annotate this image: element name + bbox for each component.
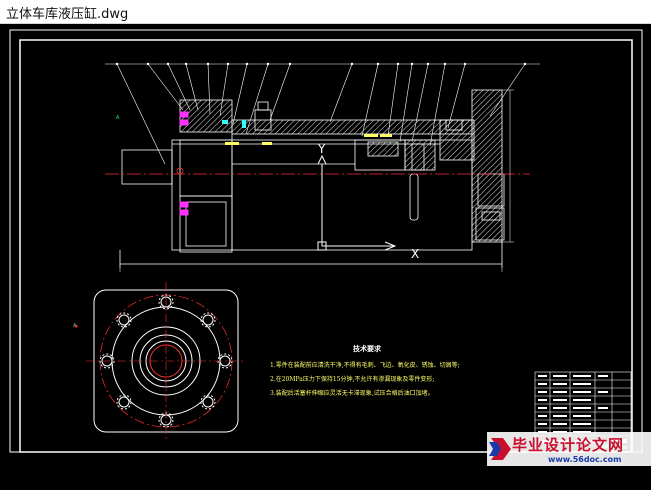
cylinder-section [119, 89, 505, 268]
dimension-lines [119, 89, 514, 272]
svg-text:A: A [116, 115, 120, 121]
tech-requirements-title: 技术要求 [353, 344, 381, 353]
watermark-text: 毕业设计论文网 [512, 436, 625, 454]
window-title: 立体车库液压缸.dwg [6, 7, 129, 22]
drawing-canvas[interactable]: A A [0, 24, 651, 490]
watermark-url: www.56doc.com [548, 455, 622, 464]
axis-x-label: X [411, 247, 420, 261]
section-marker [74, 324, 78, 328]
window-titlebar: 立体车库液压缸.dwg [0, 0, 651, 24]
end-view-centerlines [86, 282, 246, 440]
cad-drawing: A A [9, 29, 643, 453]
axis-y-label: Y [318, 142, 326, 156]
tech-requirement-line-2: 2.在20MPa压力下保持15分钟,不允许有渗漏现象及零件变形; [270, 376, 435, 383]
tech-requirement-line-1: 1.零件在装配前应清洗干净,不得有毛刺、飞边、氧化皮、锈蚀、切屑等; [270, 362, 460, 369]
piston-seals [225, 134, 392, 145]
tech-requirement-line-3: 3.装配后活塞杆伸缩应灵活无卡滞现象,试压合格后油口加堵。 [270, 390, 434, 397]
